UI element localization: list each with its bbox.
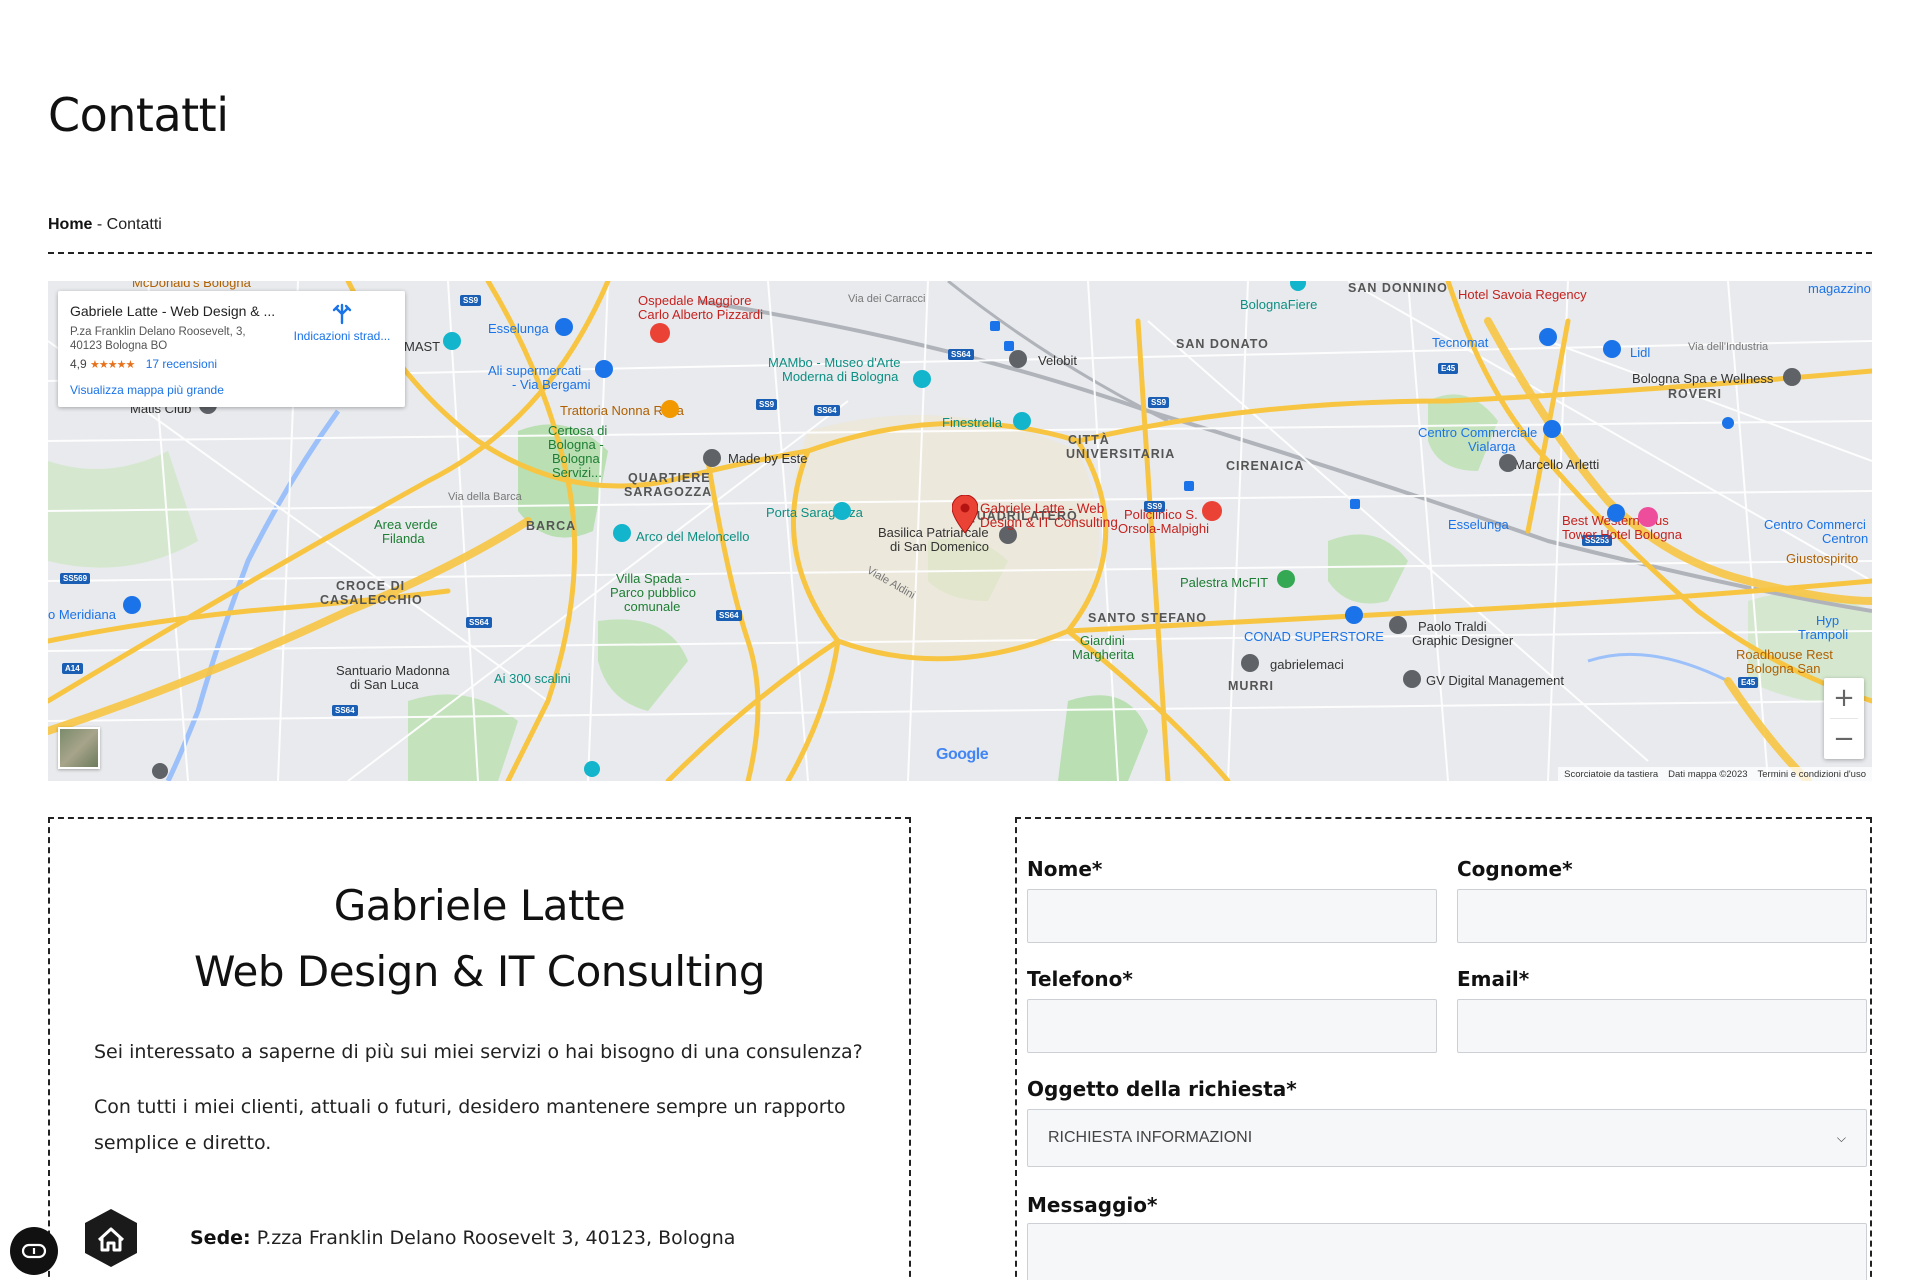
telefono-label: Telefono* [1027,967,1133,991]
address-text: Sede: P.zza Franklin Delano Roosevelt 3,… [190,1227,735,1249]
messaggio-label: Messaggio* [1027,1193,1158,1217]
larger-map-link[interactable]: Visualizza mappa più grande [70,383,224,397]
accessibility-button[interactable] [10,1227,58,1275]
company-name: Gabriele Latte [333,881,626,930]
place-address-line: 40123 Bologna BO [70,340,168,352]
contact-form: Nome* Cognome* Telefono* Email* Oggetto … [1015,817,1872,1280]
zoom-control: + − [1824,678,1864,759]
directions-icon [332,303,352,325]
nome-label: Nome* [1027,857,1103,881]
directions-button[interactable]: Indicazioni strad... [290,303,394,343]
place-name: Gabriele Latte - Web Design & ... [70,303,276,319]
address-value: P.zza Franklin Delano Roosevelt 3, 40123… [250,1227,736,1249]
chevron-down-icon: ⌵ [1836,1130,1846,1145]
zoom-in-button[interactable]: + [1824,678,1864,718]
map-marker-label[interactable]: Gabriele Latte - Web [980,501,1104,516]
directions-label: Indicazioni strad... [293,329,391,343]
page-title: Contatti [48,88,229,142]
map-marker-icon[interactable] [952,495,978,533]
place-address-line: P.za Franklin Delano Roosevelt, 3, [70,326,246,338]
map-place-card: Gabriele Latte - Web Design & ... P.za F… [58,291,405,407]
breadcrumb: Home - Contatti [48,216,162,234]
home-icon [85,1209,137,1267]
google-logo-text: Google [936,746,989,763]
email-label: Email* [1457,967,1530,991]
rating-value: 4,9 [70,357,87,371]
company-tagline: Web Design & IT Consulting [193,947,766,996]
terms-link[interactable]: Termini e condizioni d'uso [1758,769,1866,780]
cognome-input[interactable] [1457,889,1867,943]
contact-info-box: Gabriele Latte Web Design & IT Consultin… [48,817,911,1280]
reviews-link[interactable]: 17 recensioni [146,357,217,371]
oggetto-select[interactable]: RICHIESTA INFORMAZIONI ⌵ [1027,1109,1867,1167]
keyboard-shortcuts-link[interactable]: Scorciatoie da tastiera [1564,769,1658,780]
breadcrumb-separator: - [92,216,107,233]
map-footer: Scorciatoie da tastiera Dati mappa ©2023… [1558,767,1872,781]
accessibility-icon [21,1243,47,1259]
cognome-label: Cognome* [1457,857,1573,881]
map-marker-label[interactable]: Design & IT Consulting [980,515,1118,530]
breadcrumb-home-link[interactable]: Home [48,216,92,233]
nome-input[interactable] [1027,889,1437,943]
oggetto-selected-value: RICHIESTA INFORMAZIONI [1048,1129,1253,1146]
zoom-out-button[interactable]: − [1824,719,1864,759]
google-logo: Google [936,746,989,764]
messaggio-textarea[interactable] [1027,1223,1867,1280]
intro-paragraph: Sei interessato a saperne di più sui mie… [94,1041,863,1063]
telefono-input[interactable] [1027,999,1437,1053]
address-row: Sede: P.zza Franklin Delano Roosevelt 3,… [82,1207,735,1269]
place-address: P.za Franklin Delano Roosevelt, 3, 40123… [70,325,270,353]
star-icon: ★★★★★ [90,359,135,371]
company-title: Gabriele Latte Web Design & IT Consultin… [50,873,909,1005]
breadcrumb-current: Contatti [106,216,162,233]
address-label: Sede: [190,1227,251,1249]
oggetto-label: Oggetto della richiesta* [1027,1077,1297,1101]
place-rating: 4,9 ★★★★★ 17 recensioni [70,357,217,371]
street-view-thumbnail[interactable] [58,727,100,769]
google-map[interactable]: SS9 SS64 SS9 SS64 SS9 SS9 SS253 SS569 SS… [48,281,1872,781]
map-data-text: Dati mappa ©2023 [1668,768,1748,780]
intro-paragraph: Con tutti i miei clienti, attuali o futu… [94,1096,846,1154]
breadcrumb-divider [48,252,1872,254]
email-input[interactable] [1457,999,1867,1053]
